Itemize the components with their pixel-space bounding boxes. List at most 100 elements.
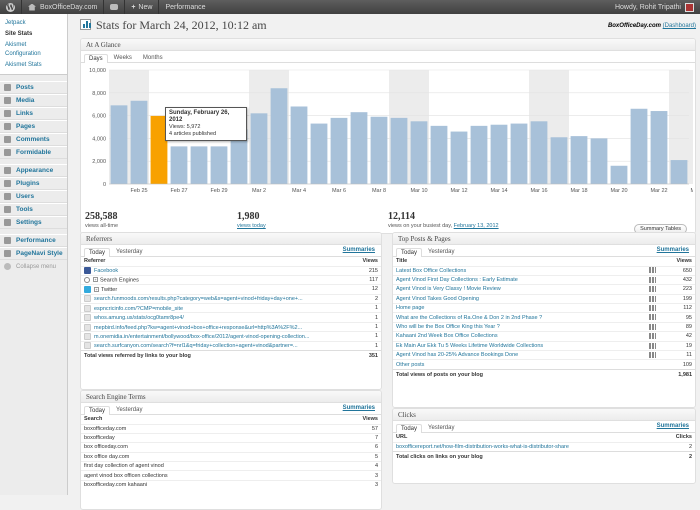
referrer-link[interactable]: espncricinfo.com/?CMP=mobile_site bbox=[94, 306, 183, 312]
menu-pagenavi-style[interactable]: PageNavi Style bbox=[0, 247, 67, 260]
post-stats-icon[interactable] bbox=[649, 314, 657, 321]
other-posts-link[interactable]: Other posts bbox=[396, 362, 424, 368]
menu-posts[interactable]: Posts bbox=[0, 81, 67, 94]
submenu-akismet-stats[interactable]: Akismet Stats bbox=[0, 60, 67, 71]
referrer-link[interactable]: mepbird.info/feed.php?kw=agent+vinod+box… bbox=[94, 324, 302, 330]
tab-weeks[interactable]: Weeks bbox=[109, 53, 137, 62]
page-title: Stats for March 24, 2012, 10:12 am bbox=[96, 18, 267, 32]
post-stats-icon[interactable] bbox=[649, 267, 657, 274]
table-row: Home page 112 bbox=[393, 303, 695, 313]
post-stats-icon[interactable] bbox=[649, 342, 657, 349]
menu-comments[interactable]: Comments bbox=[0, 133, 67, 146]
account-menu[interactable]: Howdy, Rohit Tripathi bbox=[609, 0, 700, 14]
performance-label: Performance bbox=[165, 3, 206, 11]
col-views: Views bbox=[676, 258, 693, 265]
post-link[interactable]: Kahaani 2nd Week Box Office Collections bbox=[396, 333, 498, 339]
x-tick-label: Feb 29 bbox=[210, 188, 227, 194]
collapse-menu-button[interactable]: Collapse menu bbox=[0, 260, 67, 273]
views-today-link[interactable]: views today bbox=[237, 223, 266, 229]
tab-today[interactable]: Today bbox=[396, 248, 423, 257]
post-stats-icon[interactable] bbox=[649, 333, 657, 340]
post-stats-icon[interactable] bbox=[649, 305, 657, 312]
menu-users[interactable]: Users bbox=[0, 190, 67, 203]
post-link[interactable]: Home page bbox=[396, 305, 424, 311]
menu-tools[interactable]: Tools bbox=[0, 203, 67, 216]
performance-menu[interactable]: Performance bbox=[159, 0, 211, 14]
menu-pages[interactable]: Pages bbox=[0, 120, 67, 133]
views-cell: 650 bbox=[659, 265, 695, 276]
tooltip-date: Sunday, February 26, 2012 bbox=[169, 110, 230, 123]
tab-yesterday[interactable]: Yesterday bbox=[111, 405, 147, 414]
post-link[interactable]: Latest Box Office Collections bbox=[396, 268, 466, 274]
submenu-akismet-configuration[interactable]: Akismet Configuration bbox=[0, 40, 67, 60]
post-link[interactable]: Ek Main Aur Ekk Tu 5 Weeks Lifetime Worl… bbox=[396, 343, 543, 349]
chart-bar bbox=[290, 106, 308, 184]
top-posts-table: Title Views Latest Box Office Collections… bbox=[393, 257, 695, 381]
page-icon bbox=[84, 323, 91, 331]
expand-icon[interactable]: + bbox=[93, 277, 98, 283]
tab-today[interactable]: Today bbox=[84, 406, 111, 415]
table-row: box officeday.com 6 bbox=[81, 442, 381, 453]
menu-performance[interactable]: Performance bbox=[0, 234, 67, 247]
tab-today[interactable]: Today bbox=[396, 424, 423, 433]
new-content-menu[interactable]: + New bbox=[125, 0, 158, 14]
post-link[interactable]: Agent Vinod has 20-25% Advance Bookings … bbox=[396, 352, 518, 358]
post-link[interactable]: What are the Collections of Ra.One & Don… bbox=[396, 315, 542, 321]
click-url-link[interactable]: boxofficereport.net/how-film-distributio… bbox=[396, 444, 569, 450]
referrer-link[interactable]: search.funmoods.com/results.php?category… bbox=[94, 296, 303, 302]
post-stats-icon[interactable] bbox=[649, 295, 657, 302]
table-row: agent vinod box officen collections 3 bbox=[81, 470, 381, 481]
referrer-link[interactable]: whos.amung.us/stats/ocg0tamr8pe4/ bbox=[94, 315, 184, 321]
post-link[interactable]: Who will be the Box Office King this Yea… bbox=[396, 324, 500, 330]
post-stats-icon[interactable] bbox=[649, 323, 657, 330]
site-name: BoxOfficeDay.com bbox=[40, 3, 98, 11]
tab-yesterday[interactable]: Yesterday bbox=[423, 247, 459, 256]
views-cell: 95 bbox=[659, 312, 695, 323]
post-stats-icon[interactable] bbox=[649, 276, 657, 283]
summaries-link[interactable]: Summaries bbox=[657, 423, 689, 429]
chart-bar bbox=[250, 113, 268, 184]
submenu-jetpack[interactable]: Jetpack bbox=[0, 18, 67, 29]
tab-yesterday[interactable]: Yesterday bbox=[111, 247, 147, 256]
summaries-link[interactable]: Summaries bbox=[657, 247, 689, 253]
dashboard-link[interactable]: (Dashboard) bbox=[663, 23, 696, 29]
referrer-link[interactable]: m.onemidia.in/entertainment/bollywood/bo… bbox=[94, 334, 309, 340]
summaries-link[interactable]: Summaries bbox=[343, 405, 375, 411]
wordpress-menu[interactable]: W bbox=[0, 0, 21, 14]
post-stats-icon[interactable] bbox=[649, 286, 657, 293]
menu-settings[interactable]: Settings bbox=[0, 216, 67, 229]
table-row: whos.amung.us/stats/ocg0tamr8pe4/1 bbox=[81, 312, 381, 323]
menu-media[interactable]: Media bbox=[0, 94, 67, 107]
site-name-link[interactable]: BoxOfficeDay.com bbox=[22, 0, 103, 14]
submenu-site-stats[interactable]: Site Stats bbox=[0, 29, 67, 40]
tab-yesterday[interactable]: Yesterday bbox=[423, 423, 459, 432]
chart-bar bbox=[270, 88, 288, 184]
views-cell: 42 bbox=[659, 331, 695, 342]
tab-months[interactable]: Months bbox=[138, 53, 168, 62]
col-title: Title bbox=[396, 258, 408, 265]
expand-icon[interactable]: + bbox=[94, 286, 99, 292]
post-link[interactable]: Agent Vinod Takes Good Opening bbox=[396, 296, 479, 302]
tab-days[interactable]: Days bbox=[84, 54, 108, 63]
summaries-link[interactable]: Summaries bbox=[343, 247, 375, 253]
panel-title: Referrers bbox=[81, 233, 381, 245]
views-cell: 432 bbox=[659, 274, 695, 285]
menu-formidable[interactable]: Formidable bbox=[0, 146, 67, 159]
menu-appearance[interactable]: Appearance bbox=[0, 164, 67, 177]
post-link[interactable]: Agent Vinod First Day Collections : Earl… bbox=[396, 277, 518, 283]
post-link[interactable]: Agent Vinod is Very Classy ! Movie Revie… bbox=[396, 286, 501, 292]
table-row: Facebook 215 bbox=[81, 265, 381, 276]
views-cell: 112 bbox=[659, 303, 695, 313]
x-tick-label: Mar 8 bbox=[372, 188, 386, 194]
form-icon bbox=[4, 149, 11, 156]
chart-bar bbox=[590, 138, 608, 184]
tab-today[interactable]: Today bbox=[84, 248, 111, 257]
menu-plugins[interactable]: Plugins bbox=[0, 177, 67, 190]
referrer-link[interactable]: search.surfcanyon.com/search?f=nrl1&q=fr… bbox=[94, 343, 298, 349]
referrer-link[interactable]: Facebook bbox=[94, 268, 118, 274]
comments-link[interactable] bbox=[104, 0, 124, 14]
menu-links[interactable]: Links bbox=[0, 107, 67, 120]
post-stats-icon[interactable] bbox=[649, 351, 657, 358]
chart-bar bbox=[390, 117, 408, 184]
busiest-date-link[interactable]: February 13, 2012 bbox=[454, 223, 499, 229]
